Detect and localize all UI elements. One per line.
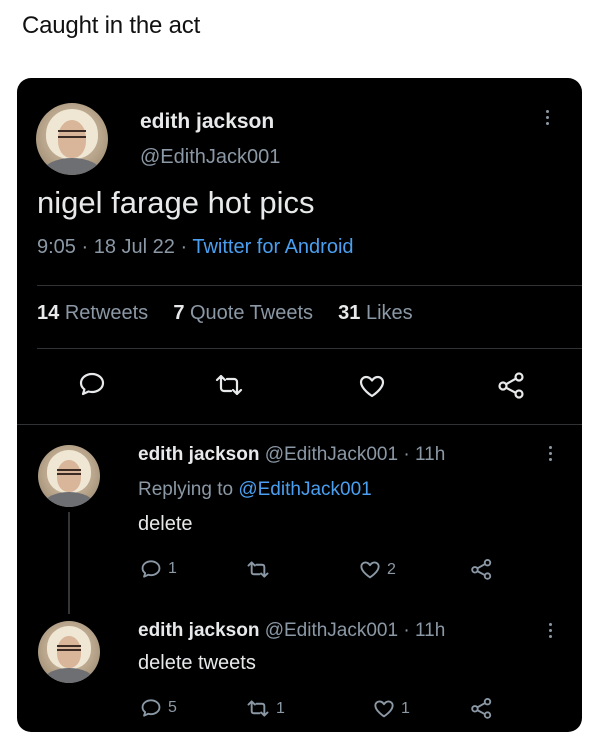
avatar[interactable]	[38, 445, 100, 507]
display-name[interactable]: edith jackson	[140, 110, 274, 134]
handle[interactable]: @EdithJack001	[265, 620, 398, 641]
more-icon[interactable]	[547, 623, 553, 638]
reply-count: 1	[168, 560, 177, 577]
likes-stat[interactable]: 31 Likes	[338, 302, 413, 324]
tweet-card: edith jackson @EdithJack001 nigel farage…	[17, 78, 582, 732]
retweet-icon[interactable]	[246, 560, 276, 579]
tweet-date[interactable]: 18 Jul 22	[94, 236, 175, 258]
replying-to: Replying to @EdithJack001	[138, 479, 372, 501]
like-icon[interactable]: 2	[359, 560, 396, 579]
share-icon[interactable]	[470, 697, 494, 719]
meta-separator: ·	[403, 620, 410, 641]
reply-text: delete	[138, 513, 193, 535]
avatar[interactable]	[38, 621, 100, 683]
caption: Caught in the act	[22, 12, 201, 39]
reply-age[interactable]: 11h	[415, 620, 445, 641]
reply-header: edith jackson @EdithJack001 · 11h	[138, 620, 445, 642]
reply-icon[interactable]: 5	[140, 698, 177, 718]
retweets-label: Retweets	[64, 302, 149, 324]
thread-line	[68, 512, 70, 614]
reply-header: edith jackson @EdithJack001 · 11h	[138, 444, 445, 466]
retweets-count: 14	[37, 302, 60, 324]
divider	[37, 348, 582, 349]
share-icon[interactable]	[470, 558, 494, 580]
like-icon[interactable]	[358, 374, 386, 398]
more-icon[interactable]	[544, 110, 550, 125]
reply-icon[interactable]: 1	[140, 559, 177, 579]
more-icon[interactable]	[547, 446, 553, 461]
handle[interactable]: @EdithJack001	[265, 444, 398, 465]
avatar[interactable]	[36, 103, 108, 175]
display-name[interactable]: edith jackson	[138, 620, 259, 641]
tweet-meta: 9:05 · 18 Jul 22 · Twitter for Android	[37, 236, 354, 259]
divider	[17, 424, 582, 425]
divider	[37, 285, 582, 286]
quotes-label: Quote Tweets	[190, 302, 314, 324]
tweet-time: 9:05	[37, 236, 76, 258]
tweet-text: nigel farage hot pics	[37, 185, 315, 220]
replying-to-handle[interactable]: @EdithJack001	[238, 479, 371, 500]
meta-separator: ·	[403, 444, 410, 465]
like-count: 1	[401, 699, 410, 717]
quotes-stat[interactable]: 7 Quote Tweets	[173, 302, 318, 324]
likes-count: 31	[338, 302, 361, 324]
replying-to-label: Replying to	[138, 479, 234, 500]
reply-text: delete tweets	[138, 652, 256, 674]
retweets-stat[interactable]: 14 Retweets	[37, 302, 154, 324]
tweet-source[interactable]: Twitter for Android	[192, 236, 353, 258]
like-count: 2	[387, 560, 396, 578]
reply-count: 5	[168, 699, 177, 716]
retweet-icon[interactable]: 1	[246, 699, 285, 718]
reply-age[interactable]: 11h	[415, 444, 445, 465]
like-icon[interactable]: 1	[373, 699, 410, 718]
likes-label: Likes	[365, 302, 413, 324]
quotes-count: 7	[173, 302, 185, 324]
reply-icon[interactable]	[78, 371, 106, 397]
retweet-count: 1	[276, 699, 285, 717]
share-icon[interactable]	[497, 371, 527, 399]
handle[interactable]: @EdithJack001	[140, 146, 280, 169]
meta-separator: ·	[81, 236, 89, 258]
retweet-icon[interactable]	[214, 373, 244, 397]
engagement-stats: 14 Retweets 7 Quote Tweets 31 Likes	[37, 302, 413, 325]
meta-separator: ·	[180, 236, 188, 258]
display-name[interactable]: edith jackson	[138, 444, 259, 465]
